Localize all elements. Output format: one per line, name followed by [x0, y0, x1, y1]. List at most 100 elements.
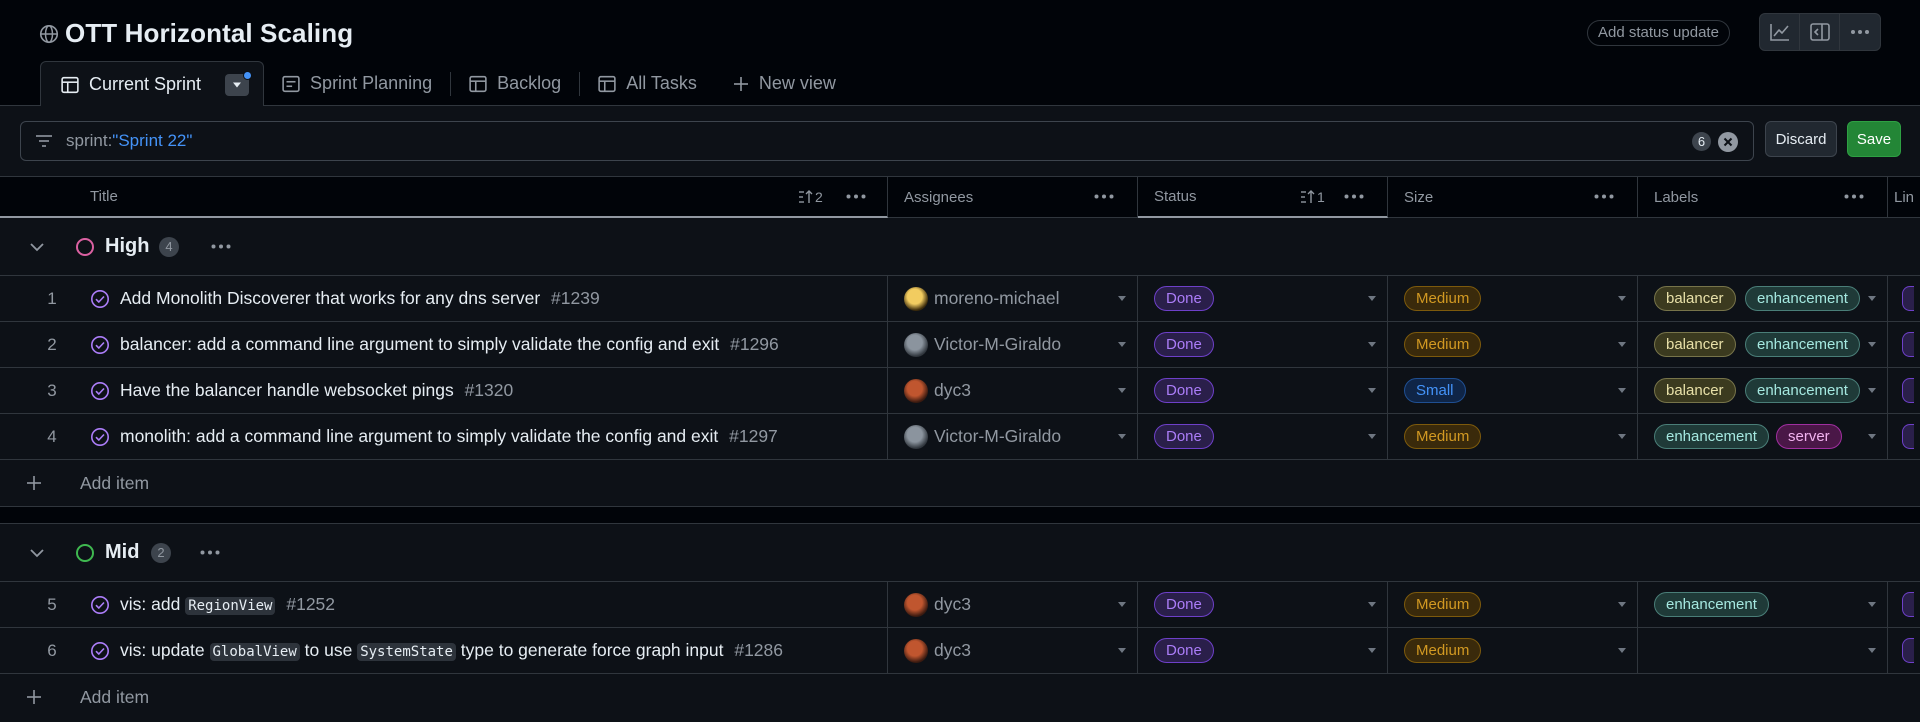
column-menu-icon[interactable] — [1094, 194, 1114, 199]
triangle-down-icon[interactable] — [1617, 647, 1627, 654]
assignee-cell[interactable]: dyc3 — [888, 582, 1138, 627]
size-cell[interactable]: Medium — [1388, 628, 1638, 673]
tab-current-sprint[interactable]: Current Sprint — [40, 61, 265, 107]
column-menu-icon[interactable] — [846, 194, 866, 199]
triangle-down-icon[interactable] — [1867, 433, 1877, 440]
table-row[interactable]: 4 monolith: add a command line argument t… — [0, 414, 1920, 460]
table-row[interactable]: 2 balancer: add a command line argument t… — [0, 322, 1920, 368]
triangle-down-icon[interactable] — [1867, 341, 1877, 348]
view-options-menu-button[interactable] — [225, 70, 253, 96]
title-cell[interactable]: vis: update GlobalView to use SystemStat… — [0, 628, 888, 673]
labels-cell[interactable]: enhancement server — [1638, 414, 1888, 459]
add-status-update-button[interactable]: Add status update — [1587, 20, 1730, 46]
triangle-down-icon[interactable] — [1117, 601, 1127, 608]
linked-cell[interactable] — [1888, 582, 1920, 627]
size-cell[interactable]: Medium — [1388, 276, 1638, 321]
table-row[interactable]: 6 vis: update GlobalView to use SystemSta… — [0, 628, 1920, 674]
triangle-down-icon[interactable] — [1117, 341, 1127, 348]
tab-sprint-planning[interactable]: Sprint Planning — [264, 61, 450, 106]
status-cell[interactable]: Done — [1138, 368, 1388, 413]
assignee-cell[interactable]: Victor-M-Giraldo — [888, 414, 1138, 459]
issue-title[interactable]: vis: add RegionView #1252 — [120, 594, 335, 615]
column-menu-icon[interactable] — [1344, 194, 1364, 199]
triangle-down-icon[interactable] — [1617, 433, 1627, 440]
linked-cell[interactable] — [1888, 628, 1920, 673]
column-menu-icon[interactable] — [1844, 194, 1864, 199]
triangle-down-icon[interactable] — [1117, 647, 1127, 654]
more-options-button[interactable] — [1840, 14, 1880, 50]
triangle-down-icon[interactable] — [1117, 387, 1127, 394]
issue-title[interactable]: vis: update GlobalView to use SystemStat… — [120, 640, 783, 661]
size-cell[interactable]: Small — [1388, 368, 1638, 413]
tab-backlog[interactable]: Backlog — [451, 61, 579, 106]
labels-cell[interactable]: balancer enhancement — [1638, 368, 1888, 413]
labels-cell[interactable]: enhancement — [1638, 582, 1888, 627]
triangle-down-icon[interactable] — [1617, 601, 1627, 608]
tab-all-tasks[interactable]: All Tasks — [580, 61, 715, 106]
issue-title[interactable]: Add Monolith Discoverer that works for a… — [120, 288, 600, 309]
title-cell[interactable]: Add Monolith Discoverer that works for a… — [0, 276, 888, 321]
chevron-down-icon[interactable] — [29, 548, 45, 558]
status-cell[interactable]: Done — [1138, 628, 1388, 673]
labels-cell[interactable]: balancer enhancement — [1638, 276, 1888, 321]
triangle-down-icon[interactable] — [1367, 433, 1377, 440]
size-cell[interactable]: Medium — [1388, 322, 1638, 367]
triangle-down-icon[interactable] — [1617, 295, 1627, 302]
column-header-labels[interactable]: Labels — [1638, 177, 1888, 217]
column-header-title[interactable]: Title 2 — [0, 177, 888, 218]
linked-cell[interactable] — [1888, 368, 1920, 413]
linked-cell[interactable] — [1888, 414, 1920, 459]
size-cell[interactable]: Medium — [1388, 414, 1638, 459]
size-cell[interactable]: Medium — [1388, 582, 1638, 627]
table-row[interactable]: 3 Have the balancer handle websocket ping… — [0, 368, 1920, 414]
table-row[interactable]: 5 vis: add RegionView #1252 dyc3 Done Medium… — [0, 582, 1920, 628]
assignee-cell[interactable]: dyc3 — [888, 368, 1138, 413]
status-cell[interactable]: Done — [1138, 582, 1388, 627]
labels-cell[interactable]: balancer enhancement — [1638, 322, 1888, 367]
triangle-down-icon[interactable] — [1867, 295, 1877, 302]
linked-cell[interactable] — [1888, 276, 1920, 321]
insights-button[interactable] — [1760, 14, 1800, 50]
triangle-down-icon[interactable] — [1367, 647, 1377, 654]
column-header-size[interactable]: Size — [1388, 177, 1638, 217]
issue-title[interactable]: monolith: add a command line argument to… — [120, 426, 778, 447]
title-cell[interactable]: balancer: add a command line argument to… — [0, 322, 888, 367]
triangle-down-icon[interactable] — [1867, 601, 1877, 608]
status-cell[interactable]: Done — [1138, 322, 1388, 367]
table-row[interactable]: 1 Add Monolith Discoverer that works for … — [0, 276, 1920, 322]
chevron-down-icon[interactable] — [29, 242, 45, 252]
assignee-cell[interactable]: moreno-michael — [888, 276, 1138, 321]
issue-title[interactable]: balancer: add a command line argument to… — [120, 334, 779, 355]
column-header-assignees[interactable]: Assignees — [888, 177, 1138, 217]
assignee-cell[interactable]: dyc3 — [888, 628, 1138, 673]
triangle-down-icon[interactable] — [1367, 295, 1377, 302]
triangle-down-icon[interactable] — [1367, 387, 1377, 394]
triangle-down-icon[interactable] — [1117, 433, 1127, 440]
triangle-down-icon[interactable] — [1867, 647, 1877, 654]
triangle-down-icon[interactable] — [1367, 341, 1377, 348]
title-cell[interactable]: Have the balancer handle websocket pings… — [0, 368, 888, 413]
triangle-down-icon[interactable] — [1367, 601, 1377, 608]
status-cell[interactable]: Done — [1138, 414, 1388, 459]
new-view-button[interactable]: New view — [715, 61, 854, 106]
column-header-status[interactable]: Status 1 — [1138, 177, 1388, 218]
issue-title[interactable]: Have the balancer handle websocket pings… — [120, 380, 513, 401]
side-panel-button[interactable] — [1800, 14, 1840, 50]
status-cell[interactable]: Done — [1138, 276, 1388, 321]
add-item-row[interactable]: Add item — [0, 674, 1920, 720]
triangle-down-icon[interactable] — [1867, 387, 1877, 394]
triangle-down-icon[interactable] — [1617, 387, 1627, 394]
triangle-down-icon[interactable] — [1617, 341, 1627, 348]
add-item-row[interactable]: Add item — [0, 460, 1920, 506]
discard-button[interactable]: Discard — [1765, 121, 1837, 157]
title-cell[interactable]: monolith: add a command line argument to… — [0, 414, 888, 459]
column-menu-icon[interactable] — [1594, 194, 1614, 199]
column-header-linked[interactable]: Lin — [1888, 177, 1920, 217]
group-menu-icon[interactable] — [211, 244, 231, 249]
title-cell[interactable]: vis: add RegionView #1252 — [0, 582, 888, 627]
save-button[interactable]: Save — [1847, 121, 1901, 157]
triangle-down-icon[interactable] — [1117, 295, 1127, 302]
filter-input[interactable]: sprint:"Sprint 22" 6 — [20, 121, 1754, 161]
clear-filter-button[interactable] — [1718, 132, 1738, 152]
assignee-cell[interactable]: Victor-M-Giraldo — [888, 322, 1138, 367]
